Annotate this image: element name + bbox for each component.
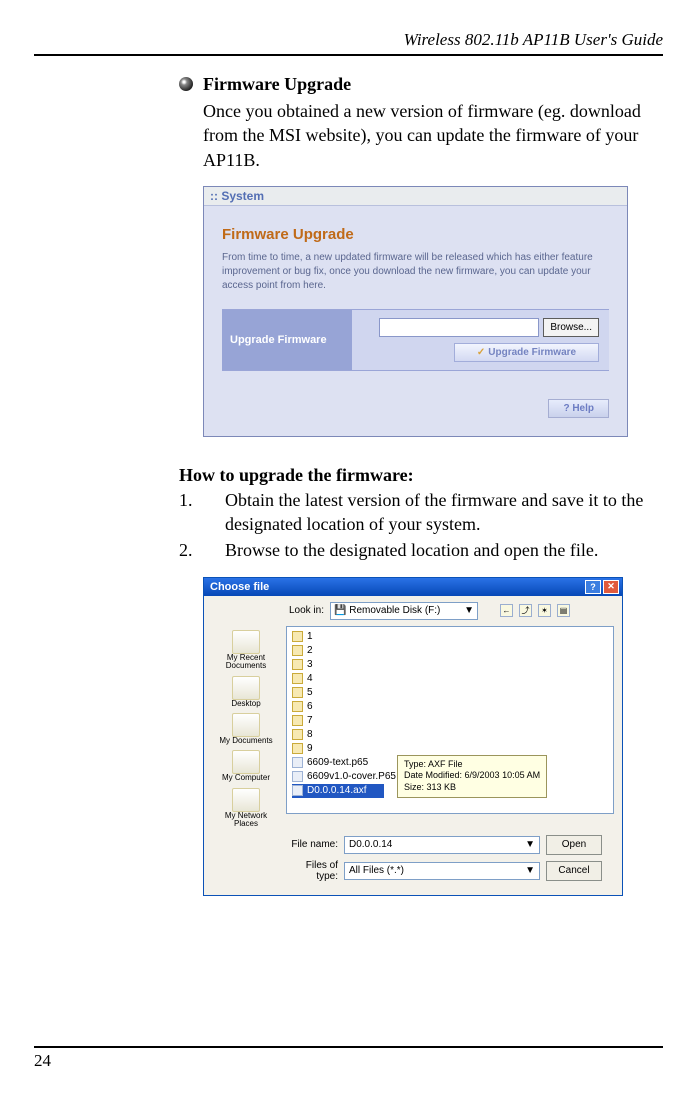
step-number: 2. xyxy=(179,538,225,562)
folder-icon xyxy=(292,645,303,656)
ui1-heading: Firmware Upgrade xyxy=(222,226,609,243)
section-intro: Once you obtained a new version of firmw… xyxy=(203,99,663,172)
list-item[interactable]: 4 xyxy=(292,672,608,686)
open-button[interactable]: Open xyxy=(546,835,602,855)
list-item[interactable]: 5 xyxy=(292,686,608,700)
bullet-icon xyxy=(179,77,193,91)
lookin-label: Look in: xyxy=(272,605,324,616)
breadcrumb: :: System xyxy=(204,187,627,206)
howto-title: How to upgrade the firmware: xyxy=(179,465,663,486)
page-header: Wireless 802.11b AP11B User's Guide xyxy=(34,30,663,56)
chevron-down-icon: ▼ xyxy=(464,605,474,616)
folder-icon xyxy=(292,673,303,684)
file-icon xyxy=(292,771,303,782)
list-item-selected[interactable]: D0.0.0.14.axf xyxy=(292,784,384,798)
help-icon[interactable]: ? xyxy=(585,580,601,594)
sidebar-item-computer[interactable]: My Computer xyxy=(222,750,270,782)
list-item[interactable]: 6 xyxy=(292,700,608,714)
filetype-select[interactable]: All Files (*.*)▼ xyxy=(344,862,540,880)
places-sidebar: My Recent Documents Desktop My Documents… xyxy=(212,626,280,829)
help-button[interactable]: ? Help xyxy=(548,399,609,418)
folder-icon xyxy=(292,687,303,698)
filetype-label: Files of type: xyxy=(286,860,338,882)
firmware-ui-screenshot: :: System Firmware Upgrade From time to … xyxy=(203,186,628,437)
list-item[interactable]: 3 xyxy=(292,658,608,672)
filename-label: File name: xyxy=(286,839,338,850)
page-number: 24 xyxy=(34,1046,663,1071)
dialog-title: Choose file xyxy=(210,581,269,593)
choose-file-dialog: Choose file ? ✕ Look in: 💾 Removable Dis… xyxy=(203,577,623,896)
sidebar-item-documents[interactable]: My Documents xyxy=(219,713,272,745)
list-item[interactable]: 9 xyxy=(292,742,608,756)
folder-icon xyxy=(292,659,303,670)
cancel-button[interactable]: Cancel xyxy=(546,861,602,881)
file-icon xyxy=(292,757,303,768)
folder-icon xyxy=(292,729,303,740)
list-item[interactable]: 7 xyxy=(292,714,608,728)
check-icon: ✓ xyxy=(477,347,485,358)
file-tooltip: Type: AXF File Date Modified: 6/9/2003 1… xyxy=(397,755,547,798)
list-item[interactable]: 8 xyxy=(292,728,608,742)
file-icon xyxy=(292,785,303,796)
section-title: Firmware Upgrade xyxy=(203,74,351,95)
up-folder-icon[interactable]: ⤴ xyxy=(519,604,532,617)
sidebar-item-desktop[interactable]: Desktop xyxy=(231,676,260,708)
upgrade-firmware-button[interactable]: ✓Upgrade Firmware xyxy=(454,343,599,362)
lookin-select[interactable]: 💾 Removable Disk (F:)▼ xyxy=(330,602,478,620)
browse-button[interactable]: Browse... xyxy=(543,318,599,337)
folder-icon xyxy=(292,743,303,754)
view-menu-icon[interactable]: ▤ xyxy=(557,604,570,617)
upgrade-label: Upgrade Firmware xyxy=(222,310,352,370)
folder-icon xyxy=(292,715,303,726)
sidebar-item-recent[interactable]: My Recent Documents xyxy=(212,630,280,671)
back-icon[interactable]: ← xyxy=(500,604,513,617)
sidebar-item-network[interactable]: My Network Places xyxy=(212,788,280,829)
step-number: 1. xyxy=(179,488,225,537)
step-text: Browse to the designated location and op… xyxy=(225,538,598,562)
file-path-input[interactable] xyxy=(379,318,539,337)
file-list[interactable]: 1 2 3 4 5 6 7 8 9 6609-text.p65 6609v1.0… xyxy=(286,626,614,814)
chevron-down-icon: ▼ xyxy=(525,865,535,876)
filename-input[interactable]: D0.0.0.14▼ xyxy=(344,836,540,854)
folder-icon xyxy=(292,701,303,712)
list-item[interactable]: 2 xyxy=(292,644,608,658)
close-icon[interactable]: ✕ xyxy=(603,580,619,594)
ui1-desc: From time to time, a new updated firmwar… xyxy=(222,251,609,293)
chevron-down-icon: ▼ xyxy=(525,839,535,850)
folder-icon xyxy=(292,631,303,642)
step-text: Obtain the latest version of the firmwar… xyxy=(225,488,663,537)
new-folder-icon[interactable]: ✶ xyxy=(538,604,551,617)
list-item[interactable]: 1 xyxy=(292,630,608,644)
